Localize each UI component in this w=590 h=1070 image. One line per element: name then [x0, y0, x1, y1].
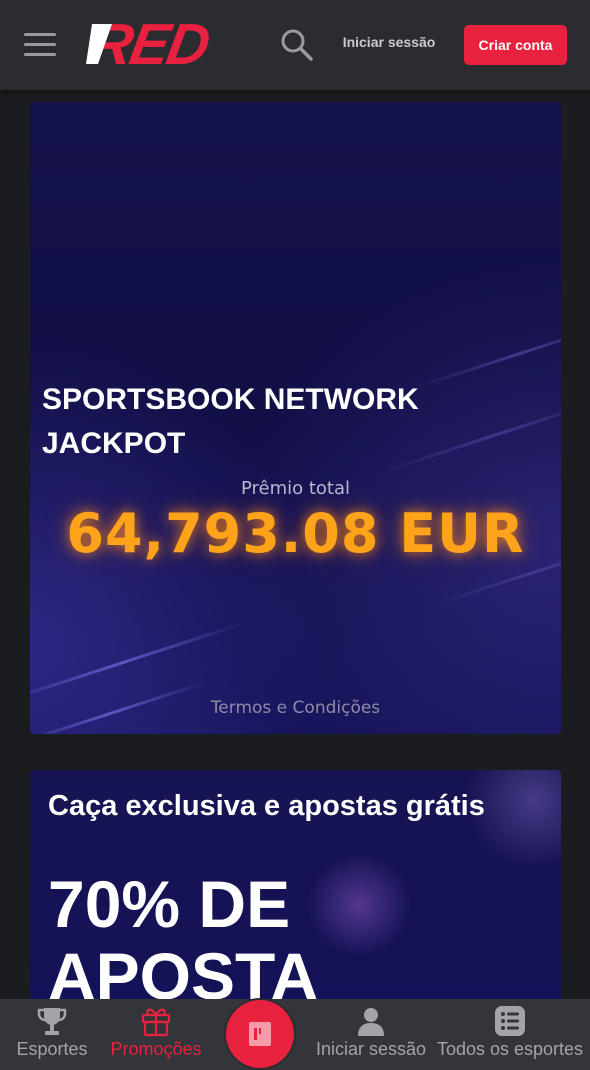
signup-button[interactable]: Criar conta [464, 25, 567, 65]
gift-icon [139, 1004, 173, 1038]
nav-label-login: Iniciar sessão [315, 1039, 427, 1059]
nav-item-esportes[interactable]: Esportes [0, 999, 104, 1070]
trophy-icon [35, 1004, 69, 1038]
jackpot-title-line2: JACKPOT [42, 427, 186, 460]
nav-label-esportes: Esportes [16, 1039, 88, 1059]
nav-item-promocoes[interactable]: Promoções [104, 999, 208, 1070]
login-link[interactable]: Iniciar sessão [336, 34, 442, 50]
jackpot-title-line1: SPORTSBOOK NETWORK [42, 383, 419, 416]
menu-icon[interactable] [24, 31, 56, 59]
jackpot-title: SPORTSBOOK NETWORK JACKPOT [42, 378, 482, 466]
search-icon[interactable] [280, 28, 314, 62]
prize-label: Prêmio total [240, 478, 351, 499]
promo-headline-line1: 70% DE [48, 867, 291, 941]
nav-label-promocoes: Promoções [110, 1039, 202, 1059]
jackpot-card[interactable]: SPORTSBOOK NETWORK JACKPOT Prêmio total … [30, 102, 561, 734]
list-icon [493, 1004, 527, 1038]
logo[interactable]: RED [85, 12, 226, 77]
top-header: RED Iniciar sessão Criar conta [0, 0, 590, 90]
nav-item-login[interactable]: Iniciar sessão [312, 999, 430, 1070]
betslip-button[interactable] [226, 1000, 294, 1068]
nav-label-all-sports: Todos os esportes [436, 1039, 584, 1059]
promo-subtitle: Caça exclusiva e apostas grátis [48, 790, 485, 822]
betslip-icon [249, 1022, 271, 1046]
promo-headline: 70% DE APOSTA [48, 868, 448, 1012]
prize-amount: 64,793.08 EUR [66, 502, 525, 565]
user-icon [354, 1004, 388, 1038]
terms-link[interactable]: Termos e Condições [30, 698, 561, 718]
nav-item-all-sports[interactable]: Todos os esportes [430, 999, 590, 1070]
bottom-nav: Esportes Promoções Iniciar sessão Todos … [0, 999, 590, 1070]
decorative-streak [30, 621, 245, 706]
